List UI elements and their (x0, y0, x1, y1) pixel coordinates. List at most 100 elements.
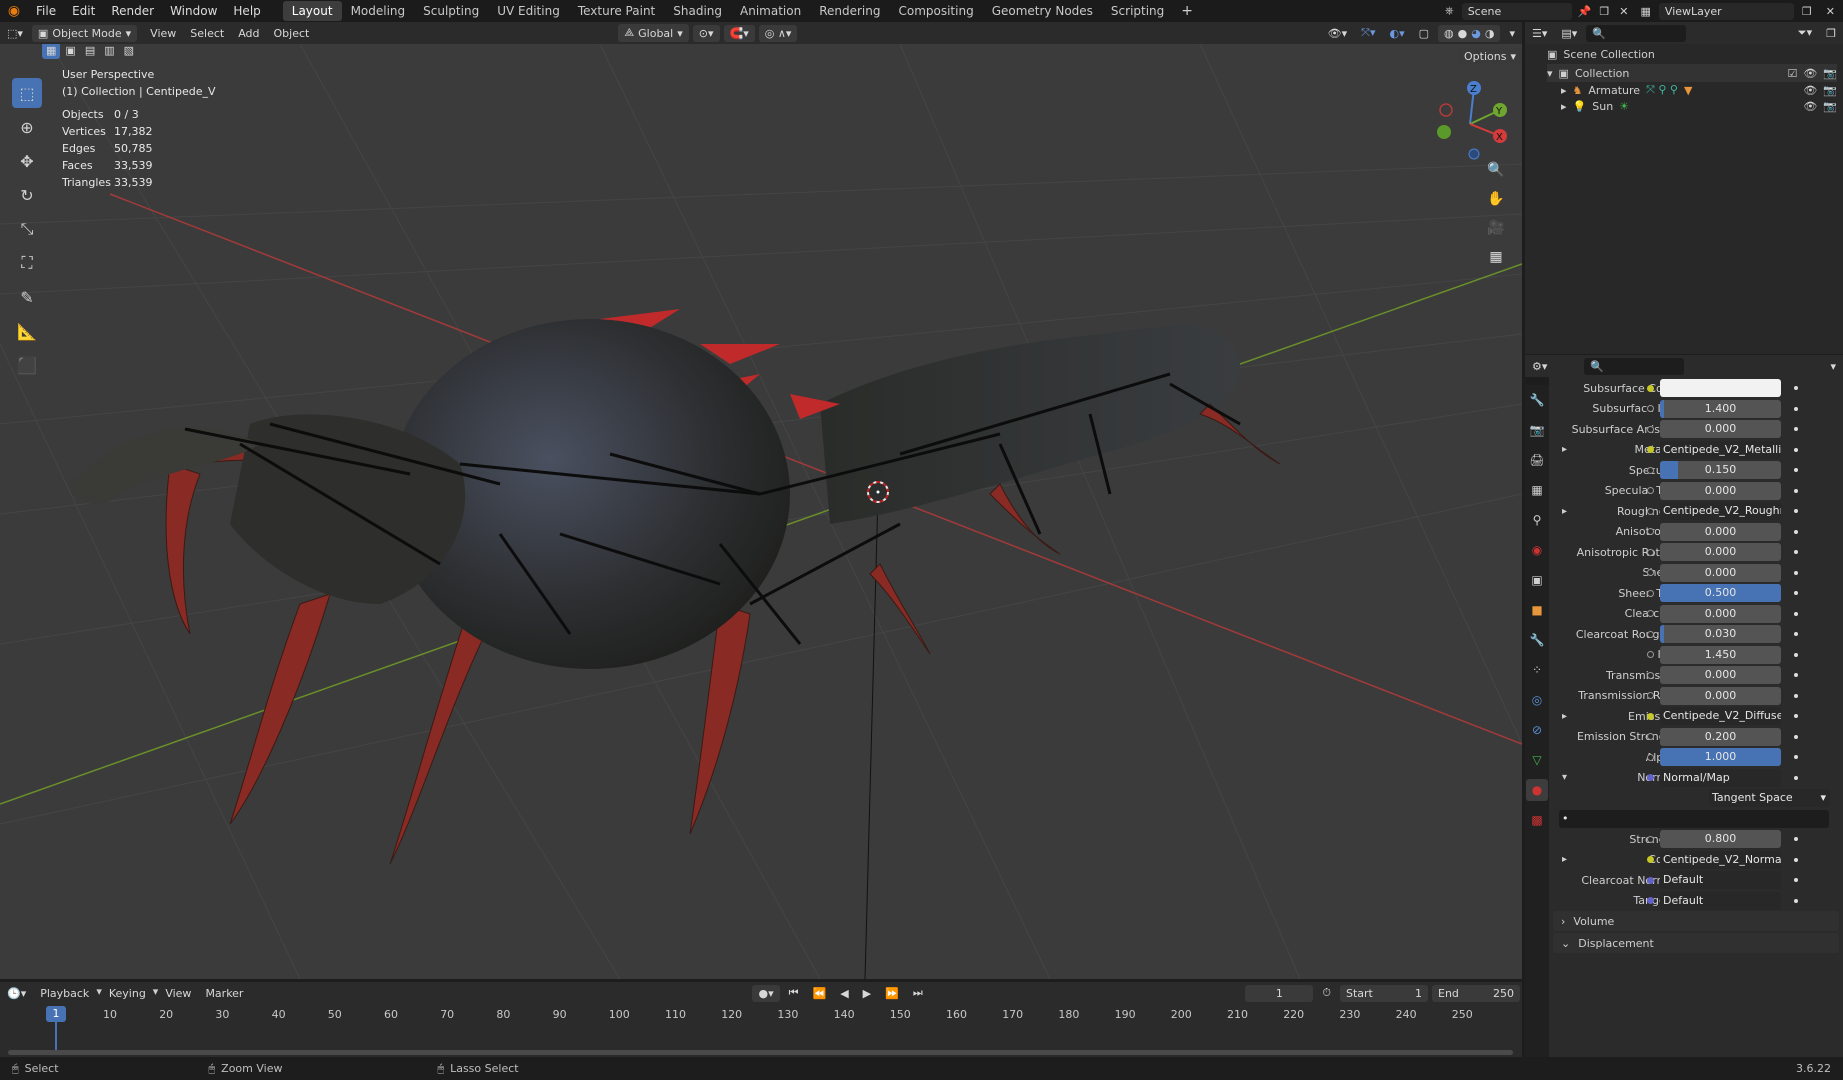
menu-help[interactable]: Help (225, 4, 268, 18)
socket-icon[interactable] (1647, 630, 1654, 638)
keyframe-dot-icon[interactable] (1794, 652, 1798, 657)
eye-icon[interactable]: 👁 (1803, 84, 1817, 97)
socket-icon[interactable] (1647, 651, 1654, 658)
timeline-menu-marker[interactable]: Marker (198, 985, 250, 1002)
chevron-down-icon[interactable]: ▾ (1547, 67, 1553, 80)
property-field[interactable]: 1.400 (1660, 399, 1781, 418)
property-field[interactable]: 0.000 (1660, 543, 1781, 561)
tab-sculpting[interactable]: Sculpting (414, 1, 488, 21)
keyframe-dot-icon[interactable] (1794, 529, 1798, 534)
render-camera-icon[interactable]: 📷 (1823, 67, 1837, 80)
mode-selector[interactable]: ▣ Object Mode ▾ (31, 24, 138, 42)
socket-icon[interactable] (1647, 774, 1654, 781)
timeline[interactable]: 10 20 30 40 50 60 70 80 90 100 110 120 130 140 150 160 1… (0, 1004, 1522, 1057)
viewport-menu-view[interactable]: View (143, 25, 183, 42)
tab-compositing[interactable]: Compositing (889, 1, 982, 21)
outliner-editor-icon[interactable]: ☰▾ (1525, 25, 1554, 42)
socket-icon[interactable] (1647, 405, 1654, 412)
keyframe-dot-icon[interactable] (1794, 509, 1798, 513)
measure-icon[interactable]: 📐 (12, 316, 42, 346)
gizmo-toggle-icon[interactable]: ⤧▾ (1354, 24, 1382, 42)
blender-logo-icon[interactable]: ◉ (0, 3, 28, 19)
transform-orientation[interactable]: ⟁ Global ▾ (618, 24, 689, 42)
pin-icon[interactable]: 📌 (1574, 5, 1596, 18)
rotate-icon[interactable]: ↻ (12, 180, 42, 210)
properties-search-input[interactable]: 🔍 (1584, 357, 1685, 375)
material-shading-icon[interactable]: ◕ (1471, 27, 1481, 40)
viewport-scene[interactable] (0, 44, 1522, 979)
select-intersect-icon[interactable]: ▧ (119, 44, 139, 59)
expand-arrow-icon[interactable]: ▸ (1562, 506, 1567, 517)
select-subtract-icon[interactable]: ▤ (80, 44, 100, 59)
world-tab-icon[interactable]: ◉ (1526, 539, 1548, 561)
menu-render[interactable]: Render (103, 4, 162, 18)
select-invert-icon[interactable]: ▥ (100, 44, 119, 59)
property-field[interactable]: 0.200 (1660, 727, 1781, 746)
remove-view-layer-icon[interactable]: ✕ (1818, 5, 1843, 18)
transform-icon[interactable]: ⛶ (12, 248, 42, 278)
keyframe-dot-icon[interactable] (1794, 550, 1798, 554)
jump-start-icon[interactable]: ⏮ (782, 984, 806, 1002)
wireframe-shading-icon[interactable]: ◍ (1444, 27, 1454, 40)
property-field[interactable]: 1.000 (1660, 748, 1781, 766)
socket-icon[interactable] (1647, 692, 1654, 699)
tangent-space-dropdown[interactable]: Tangent Space ▾ (1709, 789, 1830, 807)
property-field[interactable]: 0.000 (1660, 420, 1781, 438)
pan-hand-icon[interactable]: ✋ (1484, 187, 1508, 211)
menu-edit[interactable]: Edit (64, 4, 103, 18)
tab-layout[interactable]: Layout (282, 1, 342, 21)
object-tab-icon[interactable]: ■ (1526, 599, 1548, 621)
menu-window[interactable]: Window (162, 4, 225, 18)
navigation-gizmo[interactable]: Z Y X (1430, 80, 1510, 160)
display-mode-icon[interactable]: ▤▾ (1554, 25, 1584, 42)
socket-icon[interactable] (1647, 610, 1654, 617)
property-field[interactable]: Centipede_V2_Normal (1660, 850, 1781, 869)
properties-editor-icon[interactable]: ⚙▾ (1525, 358, 1554, 375)
proportional-edit-toggle[interactable]: ◎ ∧▾ (758, 24, 798, 42)
visibility-icon[interactable]: 👁▾ (1321, 25, 1355, 42)
panel-displacement[interactable]: ⌄ Displacement (1553, 933, 1839, 953)
tool-tab-icon[interactable]: 🔧 (1526, 389, 1548, 411)
tab-rendering[interactable]: Rendering (810, 1, 889, 21)
timeline-menu-view[interactable]: View (158, 985, 198, 1002)
outliner-search-input[interactable]: 🔍 (1586, 24, 1687, 42)
chevron-down-icon[interactable]: ▾ (1823, 358, 1843, 375)
tab-scripting[interactable]: Scripting (1102, 1, 1173, 21)
keyframe-dot-icon[interactable] (1794, 406, 1798, 411)
view-layer-icon[interactable]: ▦ (1635, 5, 1657, 18)
constraints-tab-icon[interactable]: ⊘ (1526, 719, 1548, 741)
tab-shading[interactable]: Shading (664, 1, 731, 21)
checkbox-icon[interactable]: ☑ (1787, 67, 1797, 80)
end-frame-field[interactable]: End 250 (1432, 984, 1520, 1002)
property-field[interactable]: Centipede_V2_Diffuse (1660, 707, 1781, 725)
select-extend-icon[interactable]: ▣ (61, 44, 80, 59)
new-scene-icon[interactable]: ❐ (1595, 5, 1613, 18)
texture-tab-icon[interactable]: ▩ (1526, 809, 1548, 831)
property-field[interactable]: 0.000 (1660, 604, 1781, 623)
keyframe-dot-icon[interactable] (1794, 591, 1798, 595)
material-tab-icon[interactable]: ● (1526, 779, 1548, 801)
playhead[interactable]: 1 (46, 1006, 66, 1022)
scene-tab-icon[interactable]: ⚲ (1526, 509, 1548, 531)
property-field[interactable]: 0.000 (1660, 686, 1781, 705)
keyframe-dot-icon[interactable] (1794, 755, 1798, 759)
property-field[interactable]: 0.000 (1660, 522, 1781, 541)
socket-icon[interactable] (1647, 671, 1654, 679)
socket-icon[interactable] (1647, 876, 1654, 884)
keyframe-dot-icon[interactable] (1794, 447, 1798, 452)
zoom-icon[interactable]: 🔍 (1484, 158, 1508, 182)
socket-icon[interactable] (1647, 733, 1654, 740)
cursor-icon[interactable]: ⊕ (12, 112, 42, 142)
render-tab-icon[interactable]: 📷 (1526, 419, 1548, 441)
xray-toggle-icon[interactable]: ▢ (1412, 25, 1436, 42)
keyframe-dot-icon[interactable] (1794, 488, 1798, 493)
keyframe-dot-icon[interactable] (1794, 878, 1798, 882)
particles-tab-icon[interactable]: ⁘ (1526, 659, 1548, 681)
current-frame-field[interactable]: 1 (1245, 984, 1314, 1002)
view-layer-tab-icon[interactable]: ▦ (1526, 479, 1548, 501)
property-field[interactable]: 0.000 (1660, 481, 1781, 500)
keyframe-dot-icon[interactable] (1794, 857, 1798, 862)
tab-animation[interactable]: Animation (731, 1, 810, 21)
menu-file[interactable]: File (28, 4, 64, 18)
timeline-scrollbar[interactable] (8, 1050, 1513, 1055)
